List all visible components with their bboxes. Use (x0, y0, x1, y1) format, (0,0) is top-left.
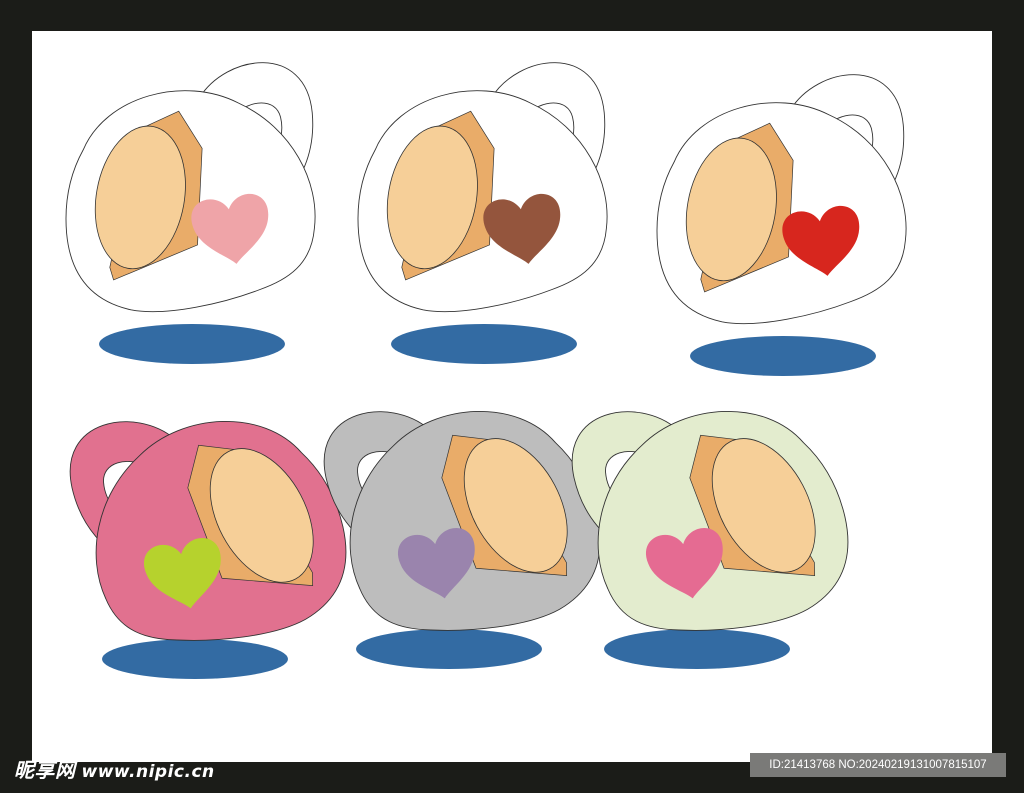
mug-gray-purple-heart (323, 410, 601, 669)
watermark-logo-cn: 昵享网 (14, 758, 76, 782)
mug-shadow (99, 324, 285, 364)
watermark-id: ID:21413768 NO:20240219131007815107 (750, 753, 1006, 777)
mug-white-red-heart (656, 74, 907, 376)
mug-shadow (356, 629, 542, 669)
mug-pink-green-heart (69, 420, 347, 679)
mug-white-brown-heart (357, 62, 608, 364)
mug-shadow (690, 336, 876, 376)
mug-mint-pink-heart (571, 410, 849, 669)
mug-white-pink-heart (65, 62, 316, 364)
watermark-logo-url: www.nipic.cn (81, 762, 215, 782)
mug-shadow (604, 629, 790, 669)
mug-shadow (102, 639, 288, 679)
watermark-logo: 昵享网 www.nipic.cn (14, 754, 215, 783)
artboard (32, 31, 992, 762)
mug-shadow (391, 324, 577, 364)
mug-illustration (65, 62, 907, 679)
